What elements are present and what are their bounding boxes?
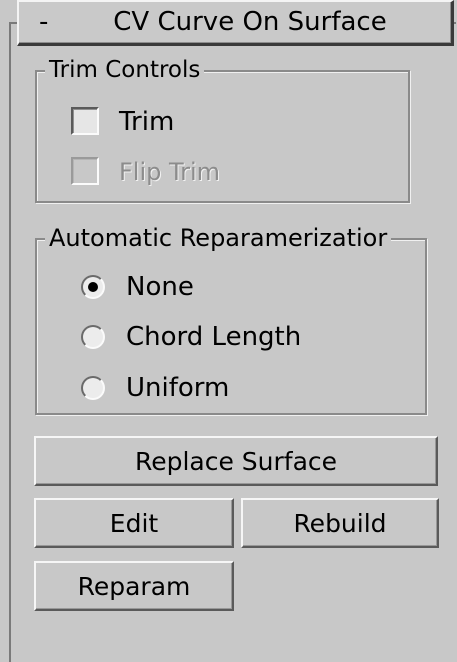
flip-trim-label: Flip Trim	[119, 158, 221, 186]
rebuild-button[interactable]: Rebuild	[241, 498, 439, 548]
trim-controls-label: Trim Controls	[45, 55, 205, 85]
flip-trim-checkbox	[71, 157, 99, 185]
reparameterization-label: Automatic Reparamerizatior	[45, 223, 392, 253]
radio-chord-length[interactable]	[81, 325, 105, 349]
trim-checkbox[interactable]	[71, 107, 99, 135]
trim-controls-group: Trim Controls Trim Flip Trim	[35, 55, 410, 203]
radio-none[interactable]	[81, 275, 105, 299]
radio-uniform[interactable]	[81, 376, 105, 400]
trim-label: Trim	[119, 107, 175, 137]
radio-uniform-label: Uniform	[126, 373, 230, 403]
radio-none-label: None	[126, 272, 194, 302]
reparameterization-group: Automatic Reparamerizatior None Chord Le…	[35, 223, 427, 415]
radio-chord-length-label: Chord Length	[126, 322, 302, 352]
rollout-title-bar[interactable]: - CV Curve On Surface	[17, 0, 454, 46]
radio-selected-dot	[88, 282, 98, 292]
collapse-icon[interactable]: -	[39, 2, 48, 42]
rollout-title: CV Curve On Surface	[113, 7, 387, 37]
edit-button[interactable]: Edit	[34, 498, 234, 548]
reparam-button[interactable]: Reparam	[34, 561, 234, 611]
replace-surface-button[interactable]: Replace Surface	[34, 436, 438, 486]
